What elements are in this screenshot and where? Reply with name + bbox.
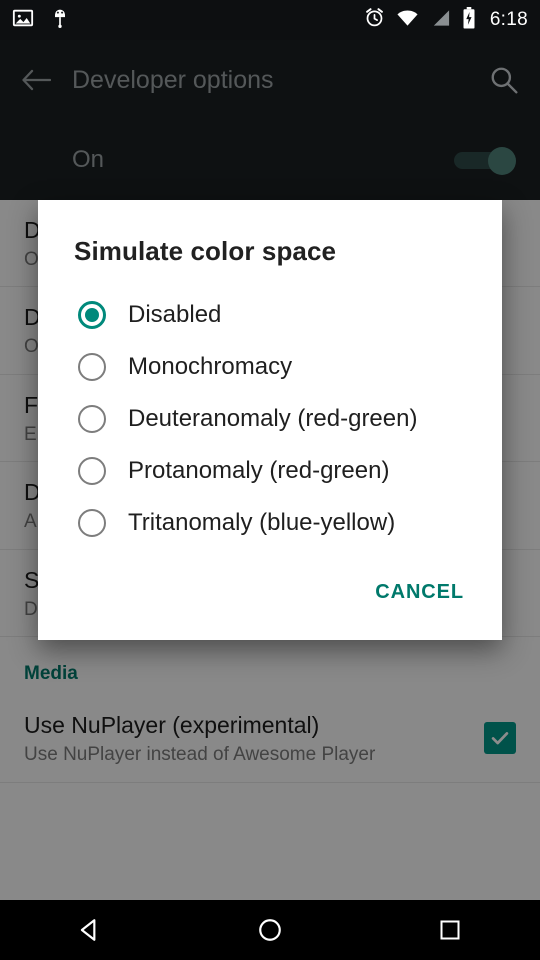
radio-option-label: Deuteranomaly (red-green) — [128, 405, 418, 432]
radio-button-icon[interactable] — [78, 509, 106, 537]
battery-charging-icon — [462, 6, 476, 34]
nav-back-icon[interactable] — [30, 900, 150, 960]
cancel-button[interactable]: CANCEL — [365, 573, 474, 612]
radio-button-icon[interactable] — [78, 353, 106, 381]
radio-button-selected-icon[interactable] — [78, 301, 106, 329]
radio-group: Disabled Monochromacy Deuteranomaly (red… — [38, 267, 502, 555]
screenshot-icon — [12, 7, 34, 34]
radio-option-disabled[interactable]: Disabled — [38, 289, 502, 341]
nav-recents-icon[interactable] — [390, 900, 510, 960]
radio-option-tritanomaly[interactable]: Tritanomaly (blue-yellow) — [38, 497, 502, 549]
radio-option-label: Protanomaly (red-green) — [128, 457, 390, 484]
radio-option-label: Disabled — [128, 301, 222, 328]
status-bar: 6:18 — [0, 0, 540, 40]
radio-button-icon[interactable] — [78, 457, 106, 485]
android-debug-icon — [50, 7, 70, 34]
wifi-icon — [396, 9, 419, 32]
radio-option-label: Monochromacy — [128, 353, 293, 380]
status-bar-left-icons — [12, 7, 70, 34]
status-bar-right-icons: 6:18 — [364, 6, 528, 34]
nav-home-icon[interactable] — [210, 900, 330, 960]
radio-option-deuteranomaly[interactable]: Deuteranomaly (red-green) — [38, 393, 502, 445]
system-navigation-bar — [0, 900, 540, 960]
dialog-actions: CANCEL — [38, 555, 502, 640]
signal-icon — [430, 9, 451, 32]
radio-option-protanomaly[interactable]: Protanomaly (red-green) — [38, 445, 502, 497]
simulate-color-space-dialog: Simulate color space Disabled Monochroma… — [38, 200, 502, 640]
radio-button-icon[interactable] — [78, 405, 106, 433]
radio-option-monochromacy[interactable]: Monochromacy — [38, 341, 502, 393]
dialog-title: Simulate color space — [74, 236, 337, 266]
status-bar-clock: 6:18 — [489, 9, 528, 30]
alarm-icon — [364, 7, 385, 33]
radio-option-label: Tritanomaly (blue-yellow) — [128, 509, 396, 536]
phone-screen: 6:18 D O D O F E D A S Disabled Media Us… — [0, 0, 540, 960]
